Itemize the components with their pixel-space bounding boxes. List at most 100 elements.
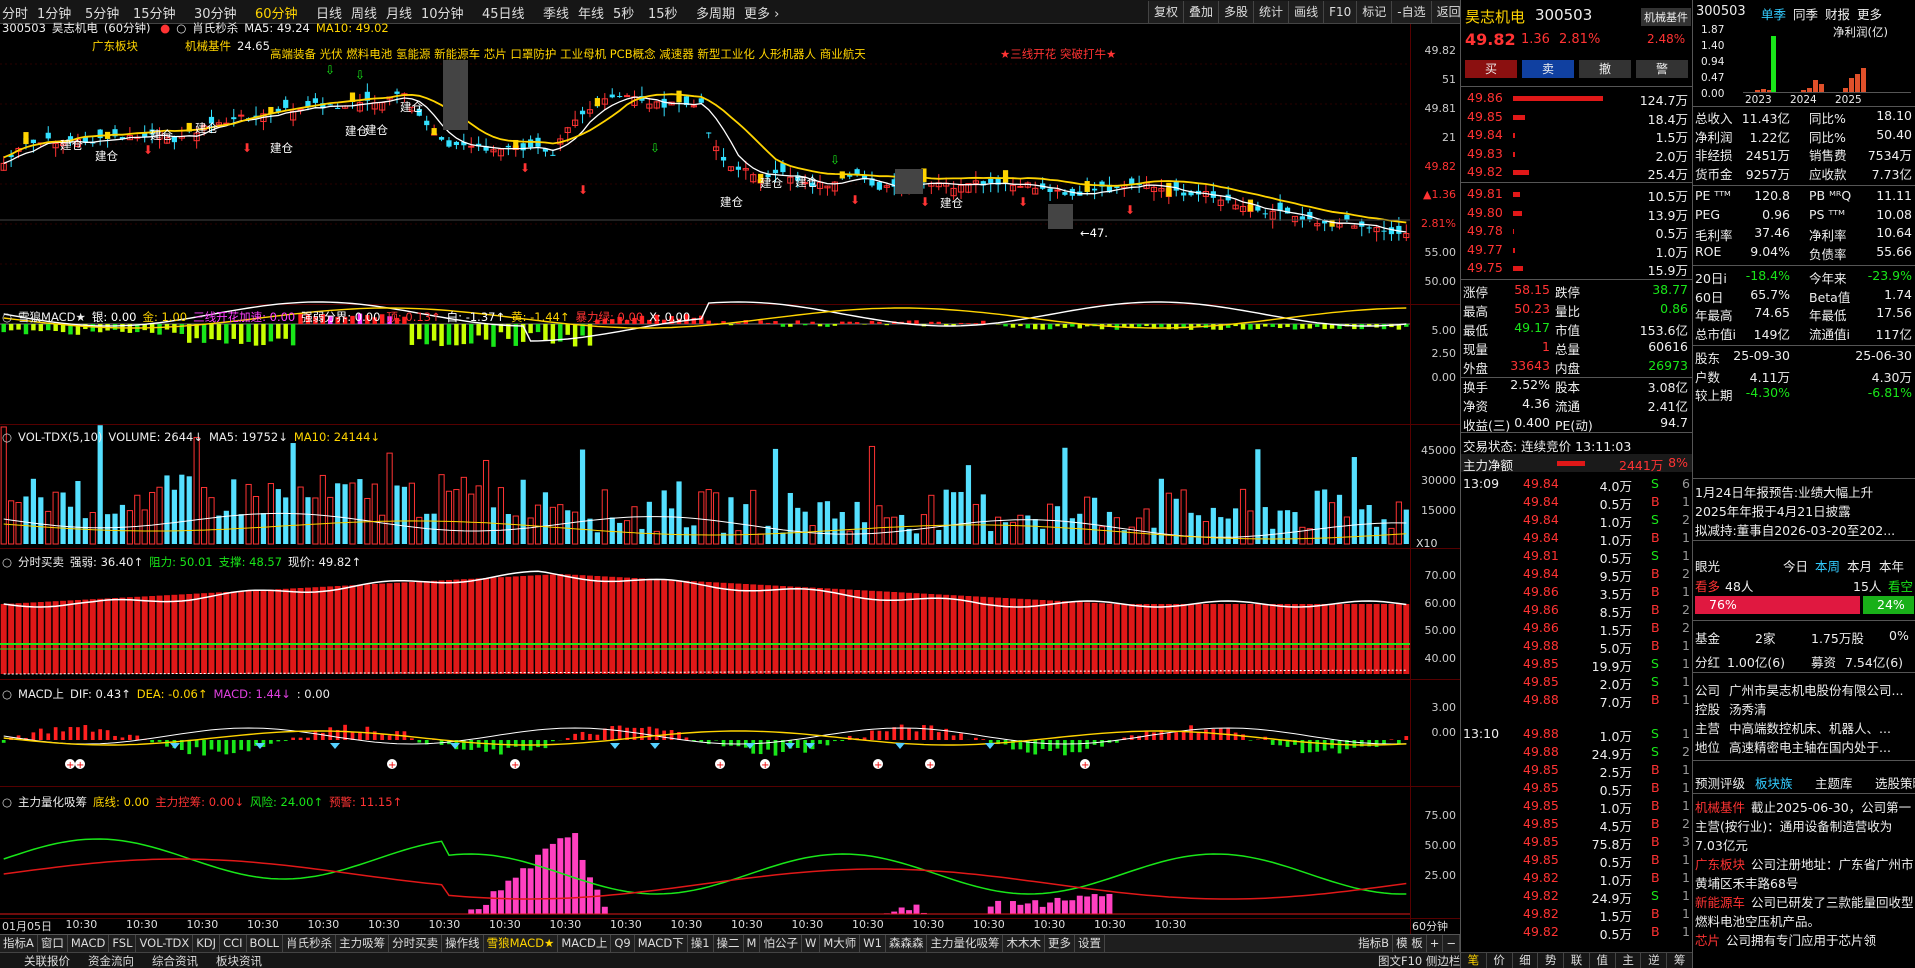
tabs-right-button-0[interactable]: 指标B (1355, 935, 1394, 952)
detail-tab-3[interactable]: 势 (1538, 953, 1565, 968)
indicator-tab-8[interactable]: 肖氏秒杀 (283, 935, 337, 952)
volume-bar (787, 492, 793, 544)
toolbar-button-4[interactable]: 画线 (1288, 1, 1324, 23)
indicator-tab-26[interactable]: 更多 (1045, 935, 1075, 952)
info-tag[interactable]: 芯片 (1695, 933, 1720, 948)
tabs-right-button-2[interactable]: + (1427, 935, 1444, 952)
info-tag[interactable]: 机械基件 (1695, 800, 1745, 815)
status-link-2[interactable]: 综合资讯 (152, 954, 198, 968)
toolbar-button-2[interactable]: 多股 (1218, 1, 1254, 23)
timeframe-12[interactable]: 年线 (578, 3, 604, 22)
volume-bar (1165, 492, 1172, 545)
indicator-tab-20[interactable]: W (802, 935, 821, 952)
indicator-tab-7[interactable]: BOLL (247, 935, 284, 952)
fin-tab-2[interactable]: 财报 (1825, 4, 1850, 23)
indicator-tab-12[interactable]: 雪狼MACD★ (484, 935, 559, 952)
fin-tab-0[interactable]: 单季 (1761, 4, 1786, 23)
indicator-tab-17[interactable]: 操二 (714, 935, 744, 952)
indicator-tab-2[interactable]: MACD (68, 935, 110, 952)
toolbar-button-7[interactable]: -自选 (1391, 1, 1431, 23)
indicator-tab-24[interactable]: 主力量化吸筹 (927, 935, 1004, 952)
indicator-tab-15[interactable]: MACD下 (635, 935, 688, 952)
toolbar-button-3[interactable]: 统计 (1253, 1, 1289, 23)
trade-button-3[interactable]: 警 (1636, 60, 1688, 78)
indicator-tab-6[interactable]: CCI (220, 935, 247, 952)
indicator-tab-5[interactable]: KDJ (193, 935, 221, 952)
detail-tab-7[interactable]: 逆 (1641, 953, 1668, 968)
news-item[interactable]: 拟减持:董事自2026-03-20至202... (1695, 520, 1895, 539)
info-tag[interactable]: 新能源车 (1695, 895, 1745, 910)
fin-tab-3[interactable]: 更多 (1857, 4, 1882, 23)
status-link-0[interactable]: 关联报价 (24, 954, 70, 968)
status-link-1[interactable]: 资金流向 (88, 954, 134, 968)
toolbar-button-5[interactable]: F10 (1323, 1, 1357, 23)
timeframe-9[interactable]: 10分钟 (421, 3, 464, 22)
timeframe-11[interactable]: 季线 (543, 3, 569, 22)
fin-row-value: 55.66 (1876, 243, 1912, 259)
link-0[interactable]: 预测评级 (1695, 773, 1745, 792)
detail-tab-1[interactable]: 价 (1487, 953, 1513, 968)
buysell-bar (349, 585, 356, 674)
indicator-tab-11[interactable]: 操作线 (442, 935, 484, 952)
toolbar-button-1[interactable]: 叠加 (1183, 1, 1219, 23)
tick-price: 49.88 (1523, 726, 1559, 741)
sentiment-tab-3[interactable]: 本年 (1879, 556, 1904, 575)
chart-area[interactable]: 建仓 建仓 建仓 建仓 建仓 建仓 建仓 建仓 建仓 建仓 建仓 建仓 ⬇ ⬇ ⬇ ⬇ ⬇ ⬇ ⬇ ⬇ ⇩ ⇩ ⇩ ⇩ ←47.… (0, 21, 1460, 934)
timeframe-16[interactable]: 更多 › (744, 3, 779, 22)
indicator-tab-18[interactable]: M (744, 935, 761, 952)
news-item[interactable]: 1月24日年报预告:业绩大幅上升 (1695, 482, 1873, 501)
status-f10[interactable]: 图文F10 侧边栏» (1378, 953, 1467, 968)
timeframe-13[interactable]: 5秒 (613, 3, 634, 22)
tick-direction: B (1651, 530, 1660, 545)
indicator-tab-10[interactable]: 分时买卖 (389, 935, 443, 952)
trade-button-0[interactable]: 买 (1465, 60, 1517, 78)
indicator-tab-22[interactable]: W1 (860, 935, 886, 952)
indicator-tab-23[interactable]: 森森森 (886, 935, 928, 952)
toolbar-button-6[interactable]: 标记 (1356, 1, 1392, 23)
detail-tab-2[interactable]: 细 (1513, 953, 1539, 968)
link-2[interactable]: 主题库 (1815, 773, 1853, 792)
tabs-right-button-1[interactable]: 模 板 (1393, 935, 1427, 952)
indicator-tab-3[interactable]: FSL (109, 935, 137, 952)
indicator-tab-9[interactable]: 主力吸筹 (336, 935, 390, 952)
indicator-tab-25[interactable]: 木木木 (1003, 935, 1045, 952)
indicator-tab-21[interactable]: M大师 (820, 935, 861, 952)
buysell-bar (423, 581, 430, 674)
timeframe-15[interactable]: 多周期 (696, 3, 735, 22)
volume-bar (883, 517, 890, 545)
detail-tab-5[interactable]: 值 (1590, 953, 1616, 968)
indicator-tab-16[interactable]: 操1 (688, 935, 714, 952)
timeframe-14[interactable]: 15秒 (648, 3, 678, 22)
indicator-tab-14[interactable]: Q9 (611, 935, 635, 952)
toolbar-button-0[interactable]: 复权 (1148, 1, 1184, 23)
y-tick-label: 60.00 (1424, 596, 1457, 610)
indicator-tab-13[interactable]: MACD上 (558, 935, 612, 952)
info-tag[interactable]: 广东板块 (1695, 857, 1745, 872)
sentiment-tab-1[interactable]: 本周 (1815, 556, 1840, 575)
candle-body (735, 166, 741, 170)
indicator-tab-27[interactable]: 设置 (1075, 935, 1105, 952)
detail-tab-6[interactable]: 主 (1616, 953, 1642, 968)
volume-bar (319, 474, 326, 545)
macd2-bar (217, 740, 221, 752)
detail-tab-0[interactable]: 笔 (1461, 953, 1487, 968)
indicator-tab-4[interactable]: VOL-TDX (136, 935, 194, 952)
indicator-tab-0[interactable]: 指标A (0, 935, 38, 952)
news-item[interactable]: 2025年年报于4月21日披露 (1695, 501, 1851, 520)
detail-tab-4[interactable]: 联 (1564, 953, 1590, 968)
buysell-bar (624, 577, 631, 674)
trade-button-2[interactable]: 撤 (1579, 60, 1631, 78)
tabs-right-button-3[interactable]: − (1443, 935, 1460, 952)
detail-tab-8[interactable]: 筹 (1667, 953, 1694, 968)
sector-tag[interactable]: 机械基件 (1641, 8, 1691, 26)
link-1[interactable]: 板块族 (1755, 773, 1793, 792)
indicator-tab-1[interactable]: 窗口 (38, 935, 68, 952)
sentiment-tab-2[interactable]: 本月 (1847, 556, 1872, 575)
indicator-tab-19[interactable]: 怕公子 (760, 935, 802, 952)
fin-tab-1[interactable]: 同季 (1793, 4, 1818, 23)
timeframe-10[interactable]: 45日线 (482, 3, 525, 22)
trade-button-1[interactable]: 卖 (1522, 60, 1574, 78)
status-link-3[interactable]: 板块资讯 (216, 954, 262, 968)
sentiment-tab-0[interactable]: 今日 (1783, 556, 1808, 575)
link-3[interactable]: 选股策略 (1875, 773, 1915, 792)
